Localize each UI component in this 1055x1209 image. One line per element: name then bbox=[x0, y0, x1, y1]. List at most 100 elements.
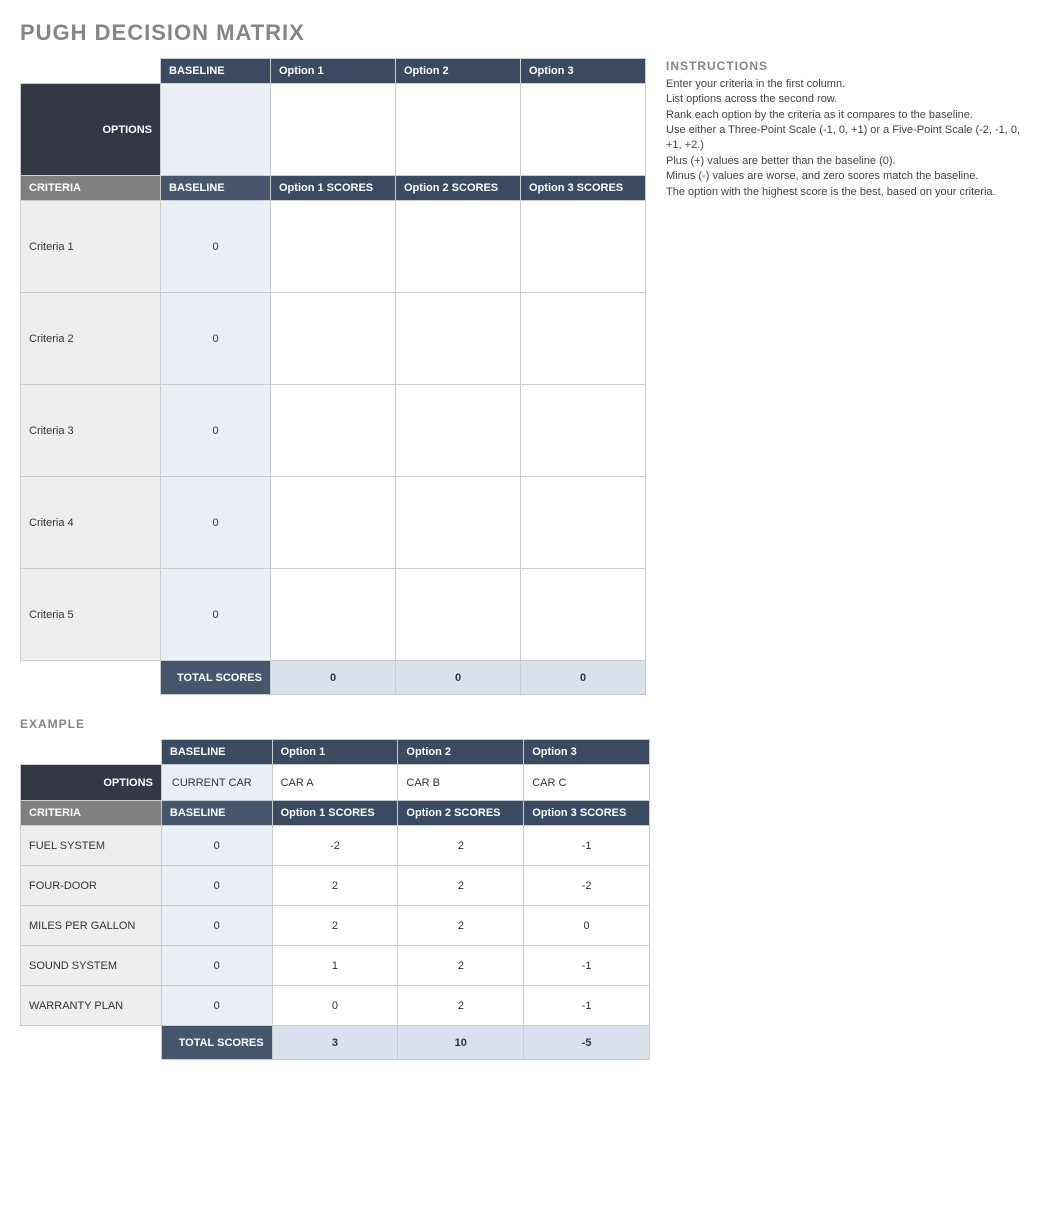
instructions-head: INSTRUCTIONS bbox=[666, 58, 1035, 75]
baseline-cell[interactable]: 0 bbox=[161, 906, 272, 946]
option-header: Option 2 bbox=[396, 59, 521, 84]
blank-cell bbox=[21, 1026, 162, 1060]
score-cell[interactable]: 0 bbox=[524, 906, 650, 946]
score-cell[interactable] bbox=[521, 477, 646, 569]
baseline-cell[interactable]: 0 bbox=[161, 826, 272, 866]
option-cell[interactable]: CAR C bbox=[524, 765, 650, 801]
baseline-cell[interactable]: 0 bbox=[161, 385, 271, 477]
option-header: Option 3 bbox=[524, 740, 650, 765]
score-cell[interactable] bbox=[521, 569, 646, 661]
score-cell[interactable] bbox=[271, 385, 396, 477]
criteria-header: CRITERIA bbox=[21, 801, 162, 826]
option-cell[interactable]: CAR B bbox=[398, 765, 524, 801]
option-cell[interactable] bbox=[396, 84, 521, 176]
score-cell[interactable] bbox=[396, 385, 521, 477]
instructions-line: Use either a Three-Point Scale (-1, 0, +… bbox=[666, 123, 1035, 154]
baseline-cell[interactable]: 0 bbox=[161, 477, 271, 569]
score-cell[interactable] bbox=[271, 201, 396, 293]
criteria-cell[interactable]: WARRANTY PLAN bbox=[21, 986, 162, 1026]
total-label: TOTAL SCORES bbox=[161, 661, 271, 695]
baseline-cell[interactable]: 0 bbox=[161, 946, 272, 986]
example-matrix: BASELINE Option 1 Option 2 Option 3 OPTI… bbox=[20, 739, 650, 1060]
total-cell: 3 bbox=[272, 1026, 398, 1060]
instructions-line: Plus (+) values are better than the base… bbox=[666, 154, 1035, 169]
total-label: TOTAL SCORES bbox=[161, 1026, 272, 1060]
score-header: Option 3 SCORES bbox=[521, 176, 646, 201]
criteria-cell[interactable]: MILES PER GALLON bbox=[21, 906, 162, 946]
score-header: BASELINE bbox=[161, 801, 272, 826]
score-cell[interactable]: 2 bbox=[398, 906, 524, 946]
instructions-line: List options across the second row. bbox=[666, 92, 1035, 107]
options-corner: OPTIONS bbox=[21, 765, 162, 801]
score-header: Option 2 SCORES bbox=[398, 801, 524, 826]
score-header: Option 3 SCORES bbox=[524, 801, 650, 826]
score-cell[interactable]: 2 bbox=[398, 826, 524, 866]
score-cell[interactable]: -1 bbox=[524, 946, 650, 986]
score-cell[interactable] bbox=[521, 201, 646, 293]
criteria-cell[interactable]: Criteria 2 bbox=[21, 293, 161, 385]
score-header: Option 2 SCORES bbox=[396, 176, 521, 201]
score-cell[interactable]: 2 bbox=[272, 866, 398, 906]
page-title: PUGH DECISION MATRIX bbox=[20, 20, 1035, 46]
instructions-line: The option with the highest score is the… bbox=[666, 185, 1035, 200]
criteria-cell[interactable]: SOUND SYSTEM bbox=[21, 946, 162, 986]
blank-cell bbox=[21, 59, 161, 84]
score-header: Option 1 SCORES bbox=[271, 176, 396, 201]
criteria-cell[interactable]: Criteria 1 bbox=[21, 201, 161, 293]
option-header: Option 1 bbox=[272, 740, 398, 765]
score-cell[interactable]: -2 bbox=[524, 866, 650, 906]
total-cell: 0 bbox=[521, 661, 646, 695]
option-cell[interactable] bbox=[521, 84, 646, 176]
option-header: Option 2 bbox=[398, 740, 524, 765]
option-header: Option 1 bbox=[271, 59, 396, 84]
baseline-cell[interactable]: 0 bbox=[161, 293, 271, 385]
score-cell[interactable]: -1 bbox=[524, 986, 650, 1026]
score-cell[interactable] bbox=[271, 293, 396, 385]
score-cell[interactable]: 2 bbox=[398, 986, 524, 1026]
baseline-option-cell[interactable] bbox=[161, 84, 271, 176]
score-header: Option 1 SCORES bbox=[272, 801, 398, 826]
baseline-header: BASELINE bbox=[161, 740, 272, 765]
baseline-cell[interactable]: 0 bbox=[161, 201, 271, 293]
criteria-cell[interactable]: FOUR-DOOR bbox=[21, 866, 162, 906]
option-header: Option 3 bbox=[521, 59, 646, 84]
example-title: EXAMPLE bbox=[20, 717, 1035, 731]
score-cell[interactable] bbox=[271, 477, 396, 569]
criteria-cell[interactable]: Criteria 5 bbox=[21, 569, 161, 661]
baseline-cell[interactable]: 0 bbox=[161, 986, 272, 1026]
baseline-cell[interactable]: 0 bbox=[161, 569, 271, 661]
score-cell[interactable]: 2 bbox=[272, 906, 398, 946]
baseline-cell[interactable]: 0 bbox=[161, 866, 272, 906]
criteria-cell[interactable]: FUEL SYSTEM bbox=[21, 826, 162, 866]
option-cell[interactable]: CAR A bbox=[272, 765, 398, 801]
score-cell[interactable] bbox=[396, 201, 521, 293]
score-cell[interactable]: 2 bbox=[398, 866, 524, 906]
instructions-line: Rank each option by the criteria as it c… bbox=[666, 108, 1035, 123]
total-cell: 0 bbox=[271, 661, 396, 695]
score-cell[interactable]: 1 bbox=[272, 946, 398, 986]
baseline-header: BASELINE bbox=[161, 59, 271, 84]
score-cell[interactable] bbox=[521, 385, 646, 477]
instructions: INSTRUCTIONS Enter your criteria in the … bbox=[666, 58, 1035, 200]
criteria-cell[interactable]: Criteria 4 bbox=[21, 477, 161, 569]
blank-cell bbox=[21, 740, 162, 765]
score-cell[interactable]: 2 bbox=[398, 946, 524, 986]
blank-cell bbox=[21, 661, 161, 695]
instructions-line: Enter your criteria in the first column. bbox=[666, 77, 1035, 92]
score-cell[interactable]: -1 bbox=[524, 826, 650, 866]
score-cell[interactable] bbox=[271, 569, 396, 661]
total-cell: -5 bbox=[524, 1026, 650, 1060]
baseline-option-cell[interactable]: CURRENT CAR bbox=[161, 765, 272, 801]
total-cell: 10 bbox=[398, 1026, 524, 1060]
instructions-line: Minus (-) values are worse, and zero sco… bbox=[666, 169, 1035, 184]
score-header: BASELINE bbox=[161, 176, 271, 201]
option-cell[interactable] bbox=[271, 84, 396, 176]
criteria-header: CRITERIA bbox=[21, 176, 161, 201]
score-cell[interactable] bbox=[396, 293, 521, 385]
score-cell[interactable] bbox=[396, 477, 521, 569]
score-cell[interactable] bbox=[521, 293, 646, 385]
score-cell[interactable]: -2 bbox=[272, 826, 398, 866]
criteria-cell[interactable]: Criteria 3 bbox=[21, 385, 161, 477]
score-cell[interactable]: 0 bbox=[272, 986, 398, 1026]
score-cell[interactable] bbox=[396, 569, 521, 661]
